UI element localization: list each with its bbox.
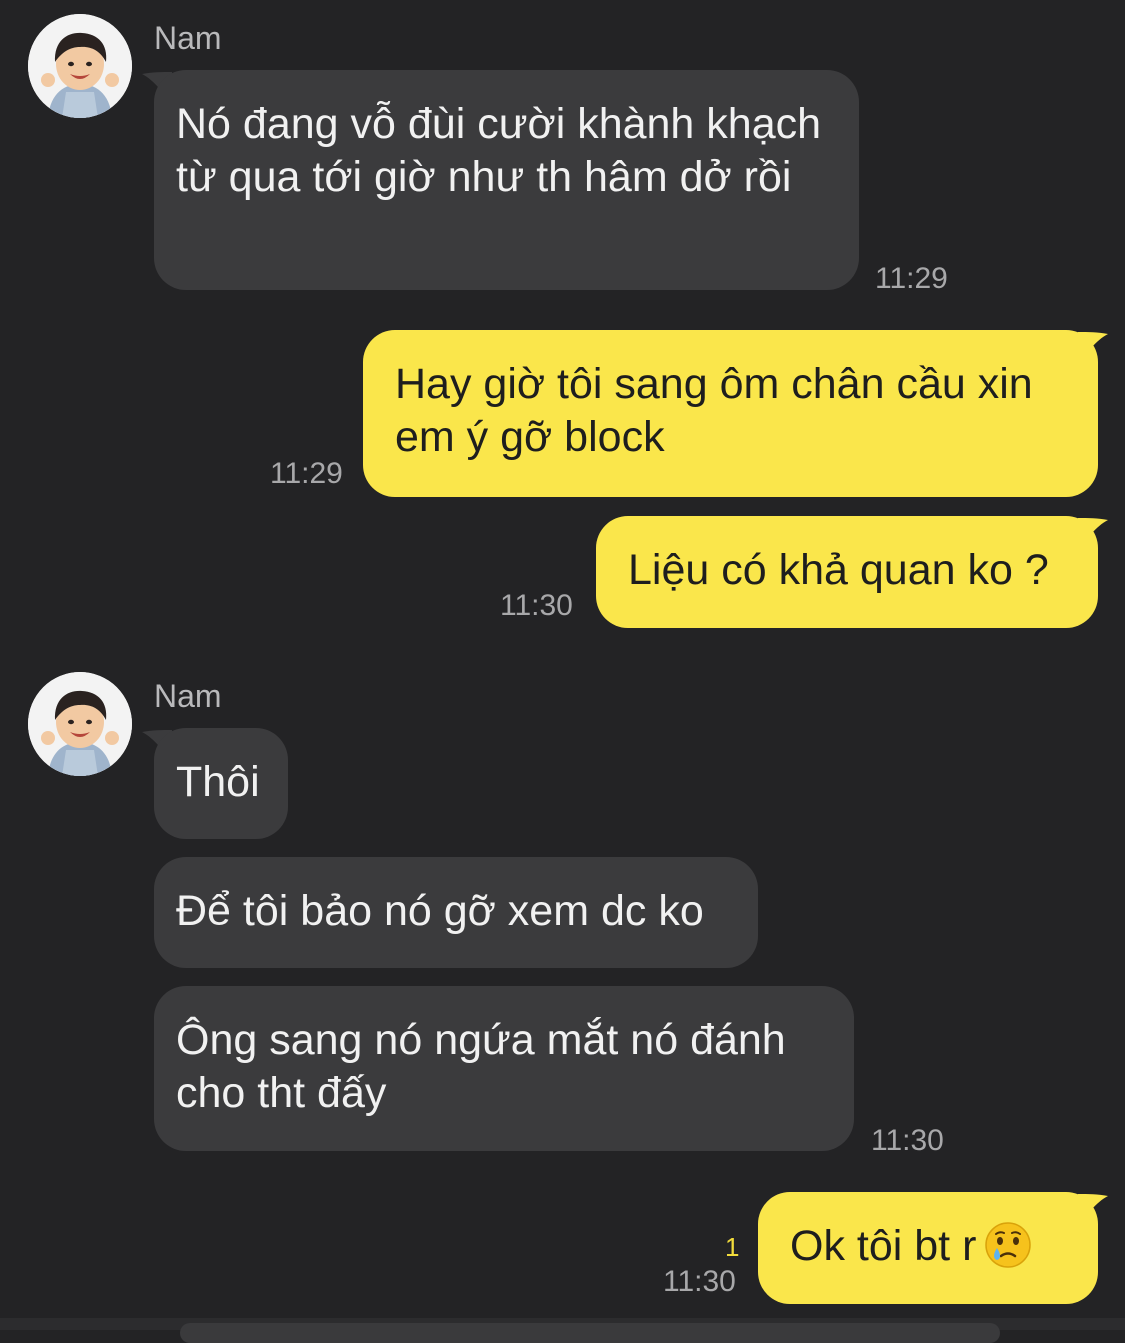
message-text: Nó đang vỗ đùi cười khành khạch từ qua t… [176,100,822,201]
message-text: Hay giờ tôi sang ôm chân cầu xin em ý gỡ… [395,360,1033,461]
message-bubble-outgoing[interactable]: Liệu có khả quan ko ? [596,516,1098,628]
message-text: Ok tôi bt r [790,1222,977,1270]
message-time: 11:29 [270,457,343,490]
message-time: 11:29 [875,262,948,295]
contact-avatar[interactable] [28,672,132,776]
message-input[interactable] [180,1323,1000,1343]
child-avatar-icon [28,14,132,118]
unread-count: 1 [725,1232,740,1262]
message-bubble-incoming[interactable]: Ông sang nó ngứa mắt nó đánh cho tht đấy [154,986,854,1151]
message-text: Ông sang nó ngứa mắt nó đánh cho tht đấy [176,1016,786,1117]
child-avatar-icon [28,672,132,776]
sender-name: Nam [154,20,222,56]
message-text: Thôi [176,758,260,806]
message-time: 11:30 [871,1124,944,1157]
crying-face-emoji-icon [985,1222,1032,1268]
message-time: 11:30 [500,589,573,622]
message-bubble-outgoing[interactable]: Hay giờ tôi sang ôm chân cầu xin em ý gỡ… [363,330,1098,497]
message-bubble-outgoing[interactable]: Ok tôi bt r [758,1192,1098,1304]
sender-name: Nam [154,678,222,714]
message-bubble-incoming[interactable]: Nó đang vỗ đùi cười khành khạch từ qua t… [154,70,859,290]
message-text: Liệu có khả quan ko ? [628,546,1049,594]
message-bubble-incoming[interactable]: Để tôi bảo nó gỡ xem dc ko [154,857,758,968]
message-time: 11:30 [663,1265,736,1298]
contact-avatar[interactable] [28,14,132,118]
message-text: Để tôi bảo nó gỡ xem dc ko [176,887,704,935]
message-bubble-incoming[interactable]: Thôi [154,728,288,839]
